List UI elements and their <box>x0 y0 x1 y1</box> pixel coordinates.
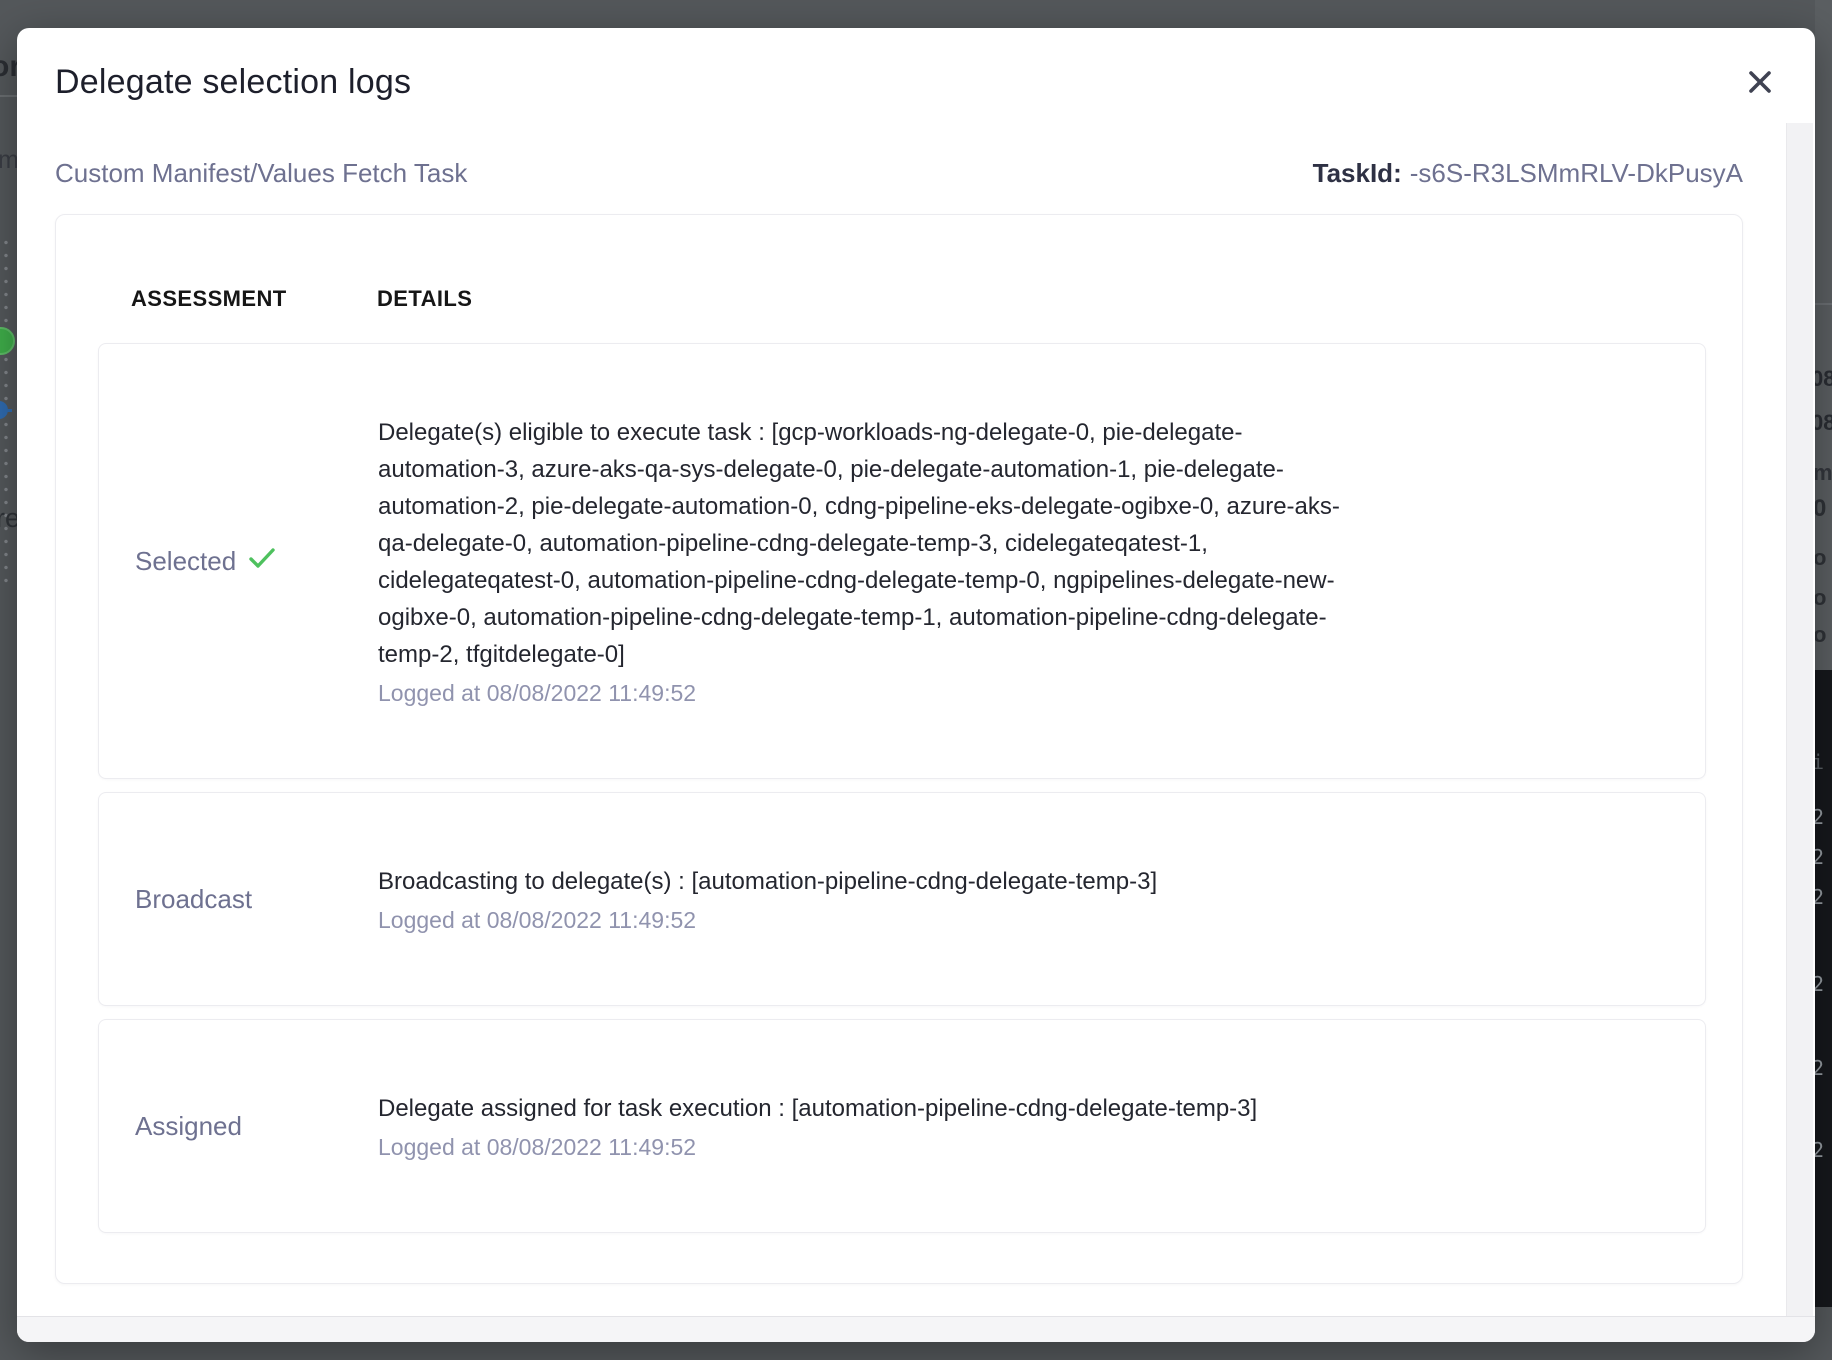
console-text-fragment: 2 <box>1815 885 1824 909</box>
assessment-label: Broadcast <box>135 884 252 915</box>
modal-footer <box>17 1316 1815 1342</box>
details-text: Broadcasting to delegate(s) : [automatio… <box>378 863 1368 900</box>
background-text-fragment: re <box>0 503 18 534</box>
screen: { "modal": { "title": "Delegate selectio… <box>0 0 1832 1360</box>
details-cell: Delegate assigned for task execution : [… <box>378 1090 1669 1162</box>
task-id-label: TaskId: <box>1313 158 1402 188</box>
background-text-fragment: 08 <box>1815 366 1832 392</box>
modal-subheader: Custom Manifest/Values Fetch Task TaskId… <box>55 156 1743 190</box>
assessment-cell: Selected <box>135 542 378 581</box>
details-cell: Broadcasting to delegate(s) : [automatio… <box>378 863 1669 935</box>
pipeline-success-node-icon <box>0 327 15 355</box>
background-text-fragment: m <box>0 146 18 175</box>
logged-timestamp: Logged at 08/08/2022 11:49:52 <box>378 905 1669 935</box>
console-text-fragment: 2 <box>1815 845 1824 869</box>
background-text-fragment: o <box>1815 585 1826 611</box>
task-name-label: Custom Manifest/Values Fetch Task <box>55 156 467 190</box>
background-divider <box>1815 303 1832 305</box>
background-text-fragment: o <box>1815 622 1826 648</box>
scrollbar-track[interactable] <box>1786 123 1813 1317</box>
details-text: Delegate assigned for task execution : [… <box>378 1090 1368 1127</box>
console-text-fragment: 2 <box>1815 1138 1824 1162</box>
close-icon <box>1745 67 1777 97</box>
details-text: Delegate(s) eligible to execute task : [… <box>378 414 1368 673</box>
console-text-fragment: 2 <box>1815 1056 1824 1080</box>
background-text-fragment: or <box>0 50 18 84</box>
table-row: Broadcast Broadcasting to delegate(s) : … <box>98 792 1706 1006</box>
background-text-fragment: 08 <box>1815 410 1832 436</box>
table-row: Selected Delegate(s) eligible to execute… <box>98 343 1706 779</box>
modal-title: Delegate selection logs <box>55 60 1741 104</box>
selection-logs-card: ASSESSMENT DETAILS Selected Delegate(s) … <box>55 214 1743 1284</box>
close-button[interactable] <box>1741 62 1781 102</box>
console-text-fragment: 2 <box>1815 805 1824 829</box>
assessment-cell: Broadcast <box>135 884 378 915</box>
column-header-assessment: ASSESSMENT <box>131 285 377 313</box>
background-text-fragment: m <box>1815 460 1832 486</box>
assessment-cell: Assigned <box>135 1111 378 1142</box>
assessment-label: Assigned <box>135 1111 242 1142</box>
task-id: TaskId: -s6S-R3LSMmRLV-DkPusyA <box>1313 156 1743 190</box>
logged-timestamp: Logged at 08/08/2022 11:49:52 <box>378 1132 1669 1162</box>
table-header-row: ASSESSMENT DETAILS <box>98 285 1706 313</box>
background-right-edge: 08 08 m 0 o o o i 2 2 2 2 2 2 <box>1815 0 1832 1360</box>
assessment-label: Selected <box>135 546 236 577</box>
background-text-fragment: 0 <box>1815 495 1826 523</box>
background-left-edge: or m re <box>0 0 18 1360</box>
background-text-fragment: o <box>1815 545 1826 571</box>
background-divider <box>0 95 18 97</box>
column-header-details: DETAILS <box>377 285 1706 313</box>
details-cell: Delegate(s) eligible to execute task : [… <box>378 414 1669 708</box>
task-id-value: -s6S-R3LSMmRLV-DkPusyA <box>1410 158 1743 188</box>
modal-header: Delegate selection logs <box>17 28 1815 104</box>
delegate-selection-logs-modal: Delegate selection logs Custom Manifest/… <box>17 28 1815 1342</box>
logged-timestamp: Logged at 08/08/2022 11:49:52 <box>378 678 1669 708</box>
table-row: Assigned Delegate assigned for task exec… <box>98 1019 1706 1233</box>
check-icon <box>246 542 278 581</box>
console-text-fragment: 2 <box>1815 972 1824 996</box>
console-text-fragment: i <box>1815 750 1824 774</box>
